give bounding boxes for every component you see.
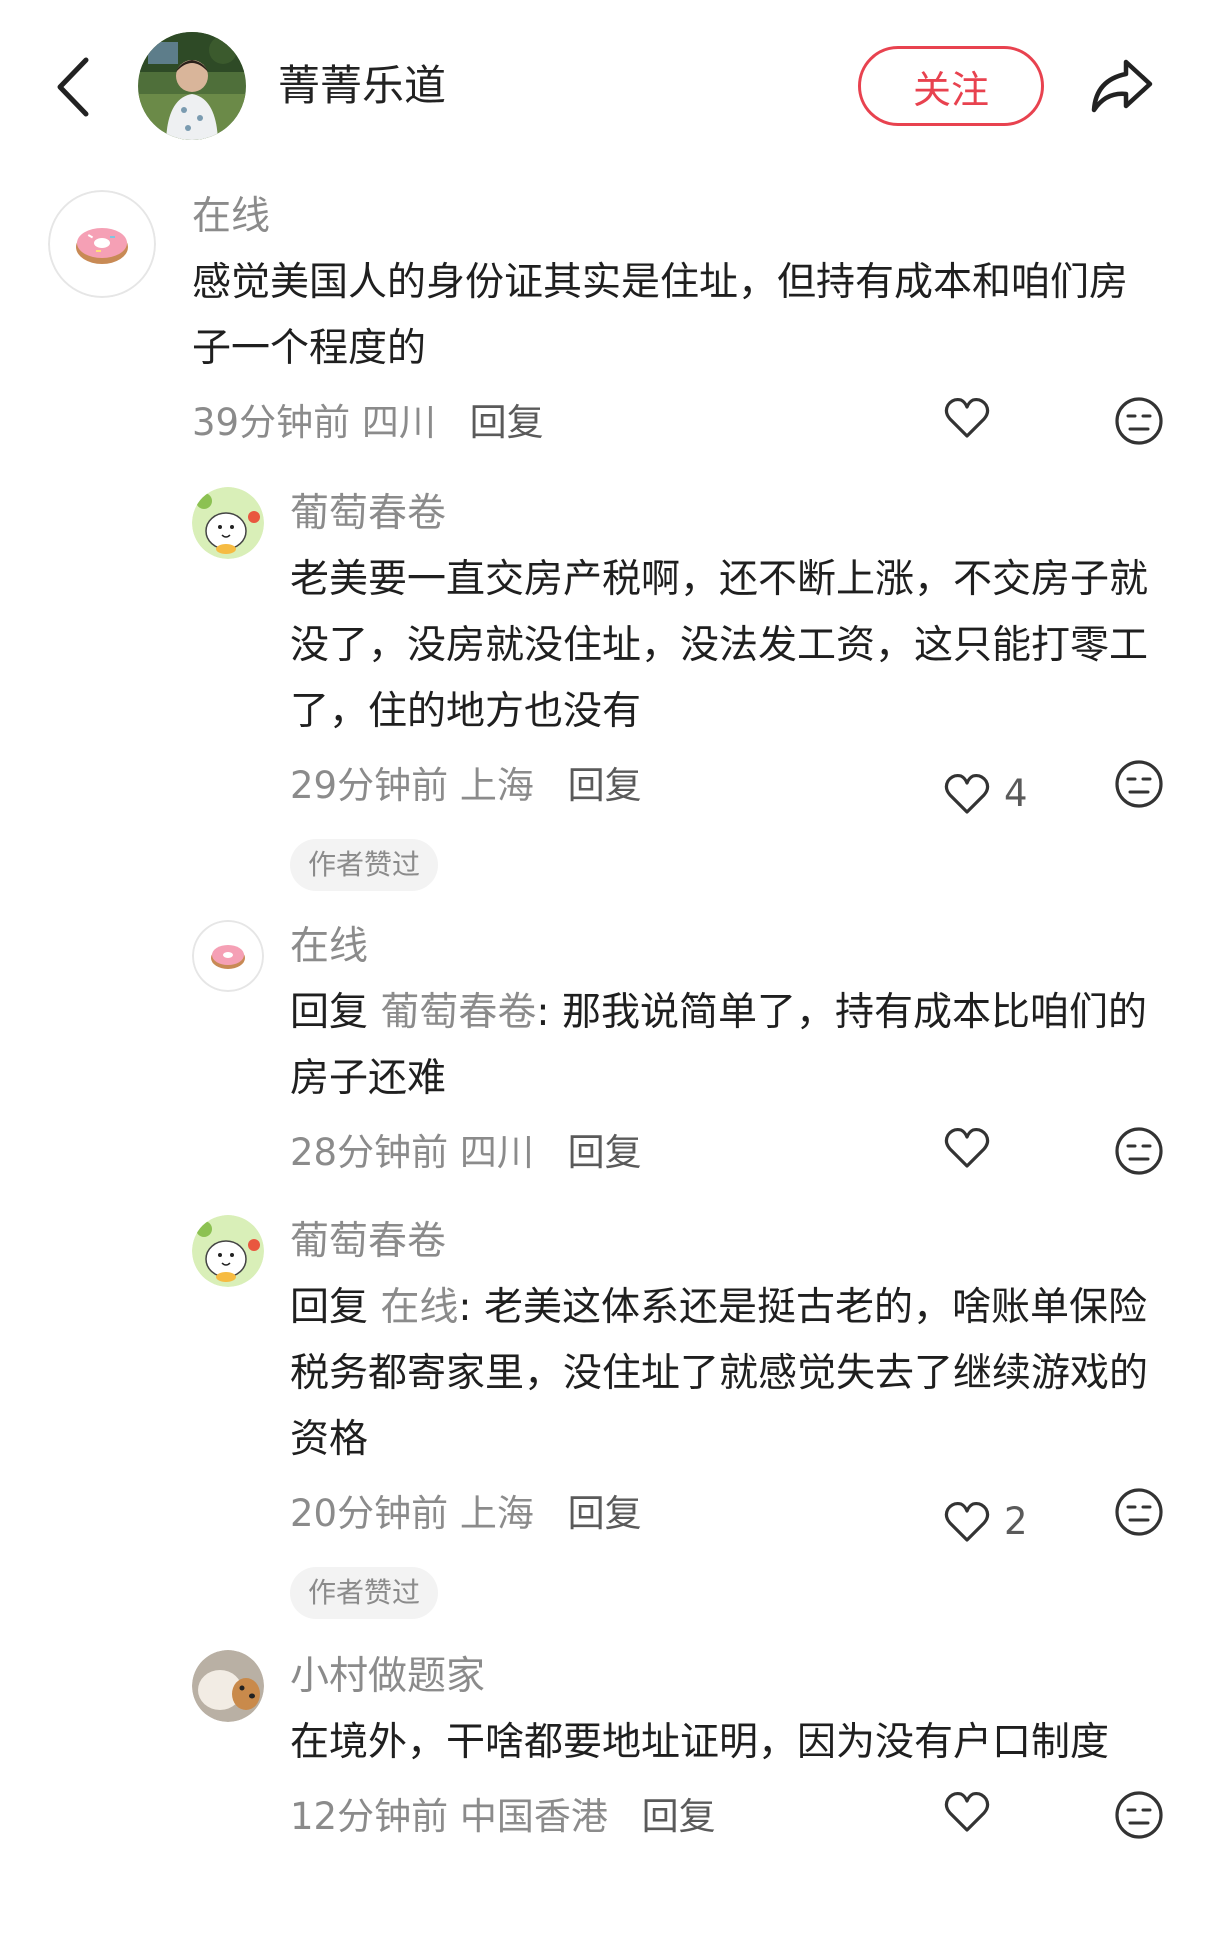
share-icon[interactable] <box>1086 50 1158 122</box>
comment-text[interactable]: 老美要一直交房产税啊，还不断上涨，不交房子就没了，没房就没住址，没法发工资，这只… <box>290 547 1170 745</box>
author-liked-badge: 作者赞过 <box>290 839 439 891</box>
top-bar: 菁菁乐道 关注 <box>0 0 1206 175</box>
back-arrow-icon[interactable] <box>48 52 98 122</box>
dislike-button[interactable] <box>1114 1126 1164 1199</box>
reply-button[interactable]: 回复 <box>568 1492 642 1535</box>
dog-avatar-icon <box>192 1650 264 1722</box>
heart-icon <box>944 773 990 814</box>
dislike-button[interactable] <box>1114 396 1164 469</box>
follow-button[interactable]: 关注 <box>858 46 1044 126</box>
reply-button[interactable]: 回复 <box>568 1131 642 1174</box>
meh-face-icon <box>1115 1791 1163 1839</box>
comment-time: 28分钟前 <box>290 1131 449 1174</box>
commenter-name[interactable]: 在线 <box>192 190 1162 244</box>
dislike-button[interactable] <box>1114 1790 1164 1863</box>
author-liked-badge: 作者赞过 <box>290 1567 439 1619</box>
comment-location: 上海 <box>459 764 534 807</box>
meh-face-icon <box>1115 1127 1163 1175</box>
reply-button[interactable]: 回复 <box>470 401 544 444</box>
comment-meta: 12分钟前 中国香港 回复 <box>290 1782 1170 1852</box>
commenter-avatar[interactable] <box>192 487 264 559</box>
heart-icon <box>944 397 990 438</box>
reply-target-name[interactable]: 葡萄春卷 <box>380 990 536 1035</box>
comment-meta: 28分钟前 四川 回复 <box>290 1118 1170 1188</box>
comment-location: 四川 <box>361 401 436 444</box>
like-button[interactable]: 2 <box>944 1487 1028 1557</box>
comment-time: 12分钟前 <box>290 1795 449 1838</box>
comment-text[interactable]: 感觉美国人的身份证其实是住址，但持有成本和咱们房子一个程度的 <box>192 250 1162 382</box>
commenter-avatar[interactable] <box>192 1650 264 1722</box>
meh-face-icon <box>1115 1488 1163 1536</box>
like-button[interactable] <box>944 1790 1004 1834</box>
commenter-avatar[interactable] <box>48 190 156 298</box>
green-cartoon-avatar-icon <box>192 1215 264 1287</box>
comment-text[interactable]: 回复 在线: 老美这体系还是挺古老的，啥账单保险税务都寄家里，没住址了就感觉失去… <box>290 1275 1170 1473</box>
reply-button[interactable]: 回复 <box>642 1795 716 1838</box>
comment-meta: 20分钟前 上海 回复 2 <box>290 1479 1170 1549</box>
dislike-button[interactable] <box>1114 1487 1164 1560</box>
commenter-name[interactable]: 葡萄春卷 <box>290 487 1170 541</box>
heart-icon <box>944 1127 990 1168</box>
author-name[interactable]: 菁菁乐道 <box>278 58 446 114</box>
meh-face-icon <box>1115 760 1163 808</box>
like-button[interactable]: 4 <box>944 759 1028 829</box>
comment-text[interactable]: 回复 葡萄春卷: 那我说简单了，持有成本比咱们的房子还难 <box>290 980 1170 1112</box>
meh-face-icon <box>1115 397 1163 445</box>
green-cartoon-avatar-icon <box>192 487 264 559</box>
comment-time: 29分钟前 <box>290 764 449 807</box>
like-button[interactable] <box>944 1126 1004 1170</box>
comment-location: 中国香港 <box>459 1795 608 1838</box>
commenter-name[interactable]: 小村做题家 <box>290 1650 1170 1704</box>
comment-time: 20分钟前 <box>290 1492 449 1535</box>
like-count: 4 <box>1004 772 1028 815</box>
comment-location: 上海 <box>459 1492 534 1535</box>
heart-icon <box>944 1791 990 1832</box>
comment-location: 四川 <box>459 1131 534 1174</box>
donut-avatar-icon <box>192 920 264 992</box>
comment-meta: 29分钟前 上海 回复 4 <box>290 751 1170 821</box>
reply-target-name[interactable]: 在线 <box>380 1285 458 1330</box>
donut-avatar-icon <box>48 190 156 298</box>
comment-text[interactable]: 在境外，干啥都要地址证明，因为没有户口制度 <box>290 1710 1170 1776</box>
comment-time: 39分钟前 <box>192 401 351 444</box>
commenter-name[interactable]: 葡萄春卷 <box>290 1215 1170 1269</box>
dislike-button[interactable] <box>1114 759 1164 832</box>
reply-button[interactable]: 回复 <box>568 764 642 807</box>
commenter-name[interactable]: 在线 <box>290 920 1170 974</box>
like-count: 2 <box>1004 1500 1028 1543</box>
comment-meta: 39分钟前 四川 回复 <box>192 388 1163 458</box>
like-button[interactable] <box>944 396 1004 440</box>
commenter-avatar[interactable] <box>192 920 264 992</box>
commenter-avatar[interactable] <box>192 1215 264 1287</box>
heart-icon <box>944 1501 990 1542</box>
author-avatar[interactable] <box>138 32 246 140</box>
